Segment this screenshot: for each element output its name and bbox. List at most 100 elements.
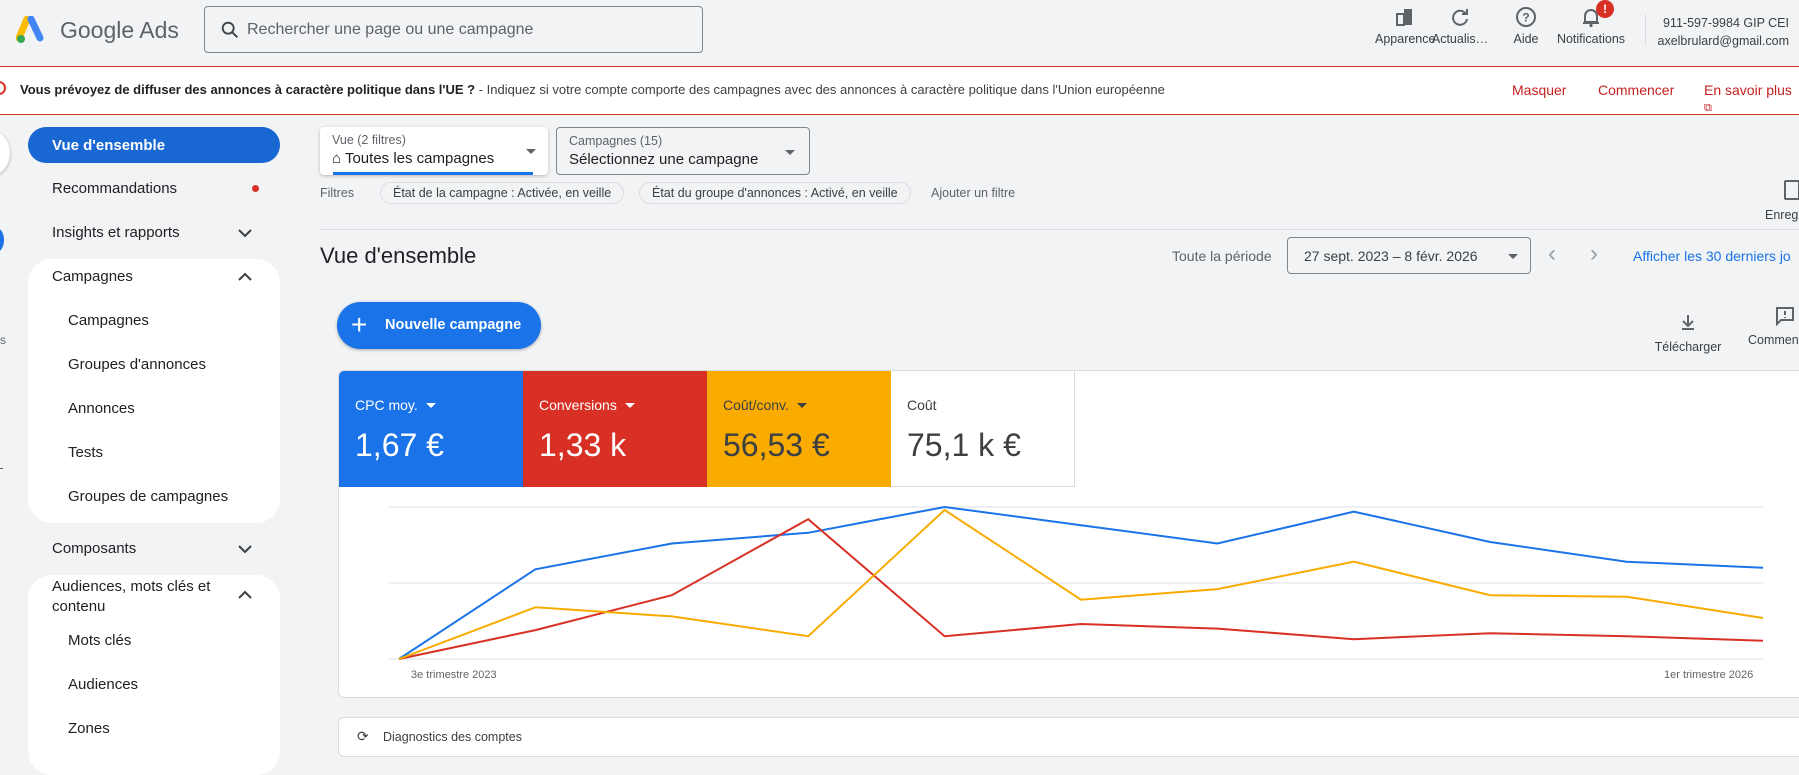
new-campaign-button[interactable]: + Nouvelle campagne [337, 302, 541, 349]
period-label: Toute la période [1172, 248, 1272, 264]
campaigns-group [28, 259, 280, 523]
notifications-label: Notifications [1556, 32, 1626, 46]
refresh-icon [1452, 9, 1468, 26]
campaign-dropdown-label: Campagnes (15) [569, 134, 663, 148]
sidebar-item-tests[interactable]: Tests [68, 444, 103, 461]
sidebar-item-locations[interactable]: Zones [68, 720, 110, 737]
start-button[interactable]: Commencer [1598, 82, 1674, 98]
metric-value: 1,67 € [355, 427, 444, 463]
sidebar-item-ads[interactable]: Annonces [68, 400, 135, 417]
metric-name: Conversions [539, 397, 617, 413]
view-dropdown-value: Toutes les campagnes [344, 150, 495, 167]
recommendations-dot [252, 185, 259, 192]
sidebar-item-recommendations[interactable]: Recommandations [52, 180, 177, 197]
sidebar-item-assets[interactable]: Composants [52, 540, 136, 557]
metric-value: 1,33 k [539, 427, 627, 463]
sidebar-item-keywords[interactable]: Mots clés [68, 632, 131, 649]
dropdown-arrow-icon [796, 402, 807, 408]
x-tick-label-end: 1er trimestre 2026 [1664, 669, 1754, 681]
active-underline [333, 172, 533, 175]
diagnostics-icon: ⟳ [357, 728, 369, 744]
last-30-days-link[interactable]: Afficher les 30 derniers jo [1633, 248, 1791, 264]
date-range-value: 27 sept. 2023 – 8 févr. 2026 [1304, 248, 1478, 264]
sidebar-item-insights[interactable]: Insights et rapports [52, 224, 180, 241]
top-bar: Google Ads Rechercher une page ou une ca… [0, 0, 1799, 66]
download-button[interactable]: Télécharger [1646, 312, 1730, 354]
campaign-dropdown-value: Sélectionnez une campagne [569, 151, 759, 168]
save-icon[interactable] [1784, 180, 1799, 200]
learn-more-link[interactable]: En savoir plus ⧉ [1704, 82, 1799, 115]
search-placeholder: Rechercher une page ou une campagne [247, 21, 534, 38]
x-tick-label-start: 3e trimestre 2023 [411, 669, 497, 681]
search-icon [221, 21, 238, 38]
chevron-up-icon[interactable] [236, 270, 254, 284]
metric-name: CPC moy. [355, 397, 418, 413]
chevron-down-icon[interactable] [236, 226, 254, 240]
account-switcher[interactable]: 911-597-9984 GIP CEI axelbrulard@gmail.c… [1658, 14, 1790, 50]
sidebar-item-campaigns[interactable]: Campagnes [68, 312, 149, 329]
rail-create-button[interactable] [0, 128, 10, 178]
date-range-picker[interactable]: 27 sept. 2023 – 8 févr. 2026 [1287, 237, 1531, 274]
metric-tile-conversions[interactable]: Conversions 1,33 k [523, 371, 707, 487]
dropdown-arrow-icon [1508, 254, 1518, 259]
performance-chart-card: CPC moy. 1,67 € Conversions 1,33 k Coût/… [338, 370, 1799, 698]
rail-label: s [0, 333, 6, 347]
header-divider [1645, 14, 1646, 46]
appearance-icon [1396, 9, 1412, 26]
metric-value: 56,53 € [723, 427, 830, 463]
external-link-icon: ⧉ [1704, 102, 1712, 114]
metric-tile-cost[interactable]: Coût 75,1 k € [891, 371, 1075, 487]
previous-period-icon[interactable]: ‹ [1548, 240, 1556, 268]
refresh-label: Actualis… [1431, 32, 1489, 46]
comment-button[interactable]: Commen [1748, 305, 1799, 347]
chevron-up-icon[interactable] [236, 588, 254, 602]
banner-title: Vous prévoyez de diffuser des annonces à… [20, 82, 476, 97]
search-input[interactable]: Rechercher une page ou une campagne [204, 6, 703, 53]
notifications-button[interactable]: Notifications [1555, 6, 1627, 46]
home-icon: ⌂ [332, 150, 342, 167]
sidebar-item-audiences-keywords[interactable]: Audiences, mots clés et contenu [52, 577, 210, 617]
save-label: Enreg [1765, 208, 1799, 222]
alert-icon [0, 81, 6, 95]
campaign-dropdown[interactable]: Campagnes (15) Sélectionnez une campagne [556, 127, 810, 175]
sidebar-item-campaign-groups[interactable]: Groupes de campagnes [68, 488, 228, 505]
svg-text:?: ? [1522, 11, 1529, 25]
sidebar-item-overview[interactable]: Vue d'ensemble [28, 127, 280, 163]
account-diagnostics-card[interactable]: ⟳ Diagnostics des comptes [338, 717, 1799, 757]
series-line-conversions [398, 517, 1764, 660]
metric-name: Coût [907, 397, 937, 413]
chevron-down-icon[interactable] [236, 542, 254, 556]
plus-icon: + [351, 309, 368, 340]
add-filter-button[interactable]: Ajouter un filtre [931, 186, 1015, 200]
metric-tile-cost-per-conversion[interactable]: Coût/conv. 56,53 € [707, 371, 891, 487]
metric-name: Coût/conv. [723, 397, 789, 413]
sidebar-item-ad-groups[interactable]: Groupes d'annonces [68, 356, 206, 373]
dropdown-arrow-icon [425, 402, 436, 408]
view-dropdown[interactable]: Vue (2 filtres) ⌂ Toutes les campagnes [320, 127, 548, 175]
political-ads-banner: Vous prévoyez de diffuser des annonces à… [0, 66, 1799, 115]
dismiss-button[interactable]: Masquer [1512, 82, 1566, 98]
download-label: Télécharger [1654, 340, 1722, 354]
next-period-icon[interactable]: › [1590, 240, 1598, 268]
help-label: Aide [1513, 32, 1539, 46]
help-button[interactable]: ? Aide [1506, 6, 1546, 46]
new-campaign-label: Nouvelle campagne [385, 317, 522, 333]
view-dropdown-label: Vue (2 filtres) [332, 133, 406, 147]
filters-label: Filtres [320, 186, 355, 200]
dropdown-arrow-icon [624, 402, 635, 408]
rail-active-indicator[interactable] [0, 227, 4, 253]
notification-badge: ! [1596, 0, 1614, 18]
banner-text: - Indiquez si votre compte comporte des … [475, 82, 1165, 97]
rail-divider [0, 468, 3, 469]
download-icon [1682, 315, 1694, 330]
sidebar-item-audiences[interactable]: Audiences [68, 676, 138, 693]
metric-value: 75,1 k € [907, 427, 1021, 463]
metric-tile-cpc[interactable]: CPC moy. 1,67 € [339, 371, 523, 487]
refresh-button[interactable]: Actualis… [1425, 6, 1495, 46]
page-title: Vue d'ensemble [320, 243, 477, 268]
sidebar-item-campaigns-group[interactable]: Campagnes [52, 268, 133, 285]
account-email: axelbrulard@gmail.com [1657, 34, 1790, 48]
filter-chip-adgroup-status[interactable]: État du groupe d'annonces : Activé, en v… [639, 182, 911, 204]
filter-chip-campaign-status[interactable]: État de la campagne : Activée, en veille [380, 182, 625, 204]
diagnostics-label: Diagnostics des comptes [383, 730, 522, 744]
